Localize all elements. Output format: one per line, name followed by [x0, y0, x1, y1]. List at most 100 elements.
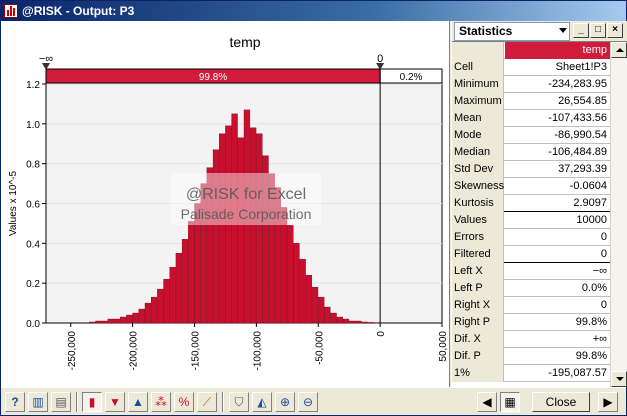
stats-row: Left X −∞	[452, 263, 610, 280]
title-bar: @RISK - Output: P3	[1, 1, 626, 21]
x-tick-label: -200,000	[129, 331, 140, 371]
y-tick-label: 0.2	[26, 279, 40, 290]
help-button[interactable]: ?	[5, 392, 25, 412]
zoom-out-button[interactable]: ⊖	[298, 392, 318, 412]
scroll-down-button[interactable]	[611, 371, 627, 387]
stats-row-label: Maximum	[452, 93, 504, 110]
stats-row: Maximum 26,554.85	[452, 93, 610, 110]
histogram-bar	[287, 225, 294, 324]
statistics-panel: Statistics _ □ × temp Cell Sheet1!P3 Minimu…	[451, 21, 627, 387]
stats-header-row: temp	[452, 42, 610, 59]
histogram-bar	[311, 286, 319, 324]
watermark-line1: @RISK for Excel	[186, 186, 306, 203]
stats-row: Skewness -0.0604	[452, 178, 610, 195]
stats-row-value: +∞	[592, 333, 607, 345]
stats-row: Minimum -234,283.95	[452, 76, 610, 93]
x-tick-label: 0	[376, 331, 387, 337]
stats-view-button[interactable]: ▦	[500, 392, 520, 412]
stats-header: Statistics _ □ ×	[452, 21, 627, 42]
histogram-bar	[138, 308, 145, 324]
filter-button[interactable]: ⛉	[229, 392, 249, 412]
toolbar-separator	[222, 392, 224, 412]
stats-row: Values 10000	[452, 212, 610, 229]
histogram-bar	[305, 274, 312, 324]
percent-button[interactable]: %	[174, 392, 194, 412]
histogram-bar	[348, 320, 356, 324]
stats-row-value: 0.0%	[581, 282, 607, 294]
zoom-in-icon: ⊕	[279, 395, 291, 409]
histogram-bar	[107, 318, 114, 324]
stats-row-label: Values	[452, 212, 504, 229]
table-icon: ▦	[504, 395, 516, 409]
x-tick-label: -150,000	[191, 331, 202, 371]
funnel-bars-icon: ▼	[109, 395, 121, 409]
histogram-bar	[330, 312, 337, 324]
histogram-bar	[157, 288, 164, 324]
prev-output-button[interactable]: ◀	[477, 392, 497, 412]
histogram-bar	[355, 320, 362, 324]
triangle-chart-button[interactable]: ◭	[252, 392, 272, 412]
stats-row: Std Dev 37,293.39	[452, 161, 610, 178]
stats-scrollbar[interactable]	[610, 42, 627, 387]
histogram-bar	[144, 302, 152, 324]
left-percent-label: 99.8%	[199, 72, 227, 83]
stats-row-value: 0	[600, 231, 607, 243]
summary-button[interactable]: ⟋	[197, 392, 217, 412]
stats-row-label: Errors	[452, 229, 504, 246]
stats-row: Dif. X +∞	[452, 331, 610, 348]
zoom-in-button[interactable]: ⊕	[275, 392, 295, 412]
close-button[interactable]: Close	[532, 392, 590, 412]
histogram-bar	[237, 137, 244, 324]
stats-row-label: Minimum	[452, 76, 504, 93]
x-tick-label: -100,000	[252, 331, 263, 371]
stats-row: Kurtosis 2.9097	[452, 195, 610, 212]
stats-row-label: Right X	[452, 297, 504, 314]
stats-row-label: Mode	[452, 127, 504, 144]
histogram-bar	[101, 320, 108, 324]
stats-row-value: temp	[505, 42, 610, 59]
cumulative-button[interactable]: ▼	[105, 392, 125, 412]
stats-row: 1% -195,087.57	[452, 365, 610, 382]
risk-output-window: @RISK - Output: P3 temp −∞ 0 99.8% 0.2% @RISK…	[0, 0, 627, 416]
stats-row-value: -195,087.57	[548, 367, 607, 379]
histogram-bar	[336, 316, 343, 324]
stats-row: Dif. P 99.8%	[452, 348, 610, 365]
maximize-button[interactable]: □	[590, 23, 606, 38]
histogram-bar	[181, 239, 189, 324]
scatter-button[interactable]: ⁂	[151, 392, 171, 412]
window-title: @RISK - Output: P3	[22, 4, 135, 18]
histogram-button[interactable]: ▮	[82, 392, 102, 412]
stats-row-value: 99.8%	[575, 316, 607, 328]
stats-row-label: Std Dev	[452, 161, 504, 178]
stats-row-value: Sheet1!P3	[555, 61, 607, 73]
stats-row: Mean -107,433.56	[452, 110, 610, 127]
stats-view-dropdown[interactable]: Statistics	[454, 22, 570, 41]
arrow-down-icon	[616, 377, 624, 381]
triangle-icon: ◭	[257, 395, 267, 409]
fit-button[interactable]: ▲	[128, 392, 148, 412]
y-axis-label: Values x 10^-5	[8, 171, 19, 237]
stats-row: Mode -86,990.54	[452, 127, 610, 144]
histogram-bar	[169, 267, 176, 324]
bar-chart-icon: ▥	[32, 395, 44, 409]
minimize-button[interactable]: _	[573, 23, 589, 38]
chart-panel[interactable]: temp −∞ 0 99.8% 0.2% @RISK for Excel Palisade …	[1, 21, 450, 387]
chart-view-button[interactable]: ▥	[28, 392, 48, 412]
scroll-up-button[interactable]	[611, 42, 627, 58]
stats-row: Left P 0.0%	[452, 280, 610, 297]
chevron-down-icon	[559, 28, 567, 33]
edit-report-button[interactable]: ▤	[51, 392, 71, 412]
close-window-button[interactable]: ×	[607, 23, 623, 38]
toolbar-separator	[76, 392, 78, 412]
next-output-button[interactable]: ▶	[598, 392, 618, 412]
histogram-bar	[324, 306, 331, 324]
histogram-bar	[95, 320, 102, 324]
stats-row-value: -107,433.56	[548, 112, 607, 124]
stats-row: Median -106,484.89	[452, 144, 610, 161]
histogram-bar	[249, 127, 257, 324]
scatter-icon: ⁂	[155, 395, 167, 409]
histogram-bar	[256, 133, 263, 324]
y-tick-label: 0.8	[26, 160, 40, 171]
percent-icon: %	[178, 395, 190, 409]
right-percent-label: 0.2%	[400, 72, 423, 83]
